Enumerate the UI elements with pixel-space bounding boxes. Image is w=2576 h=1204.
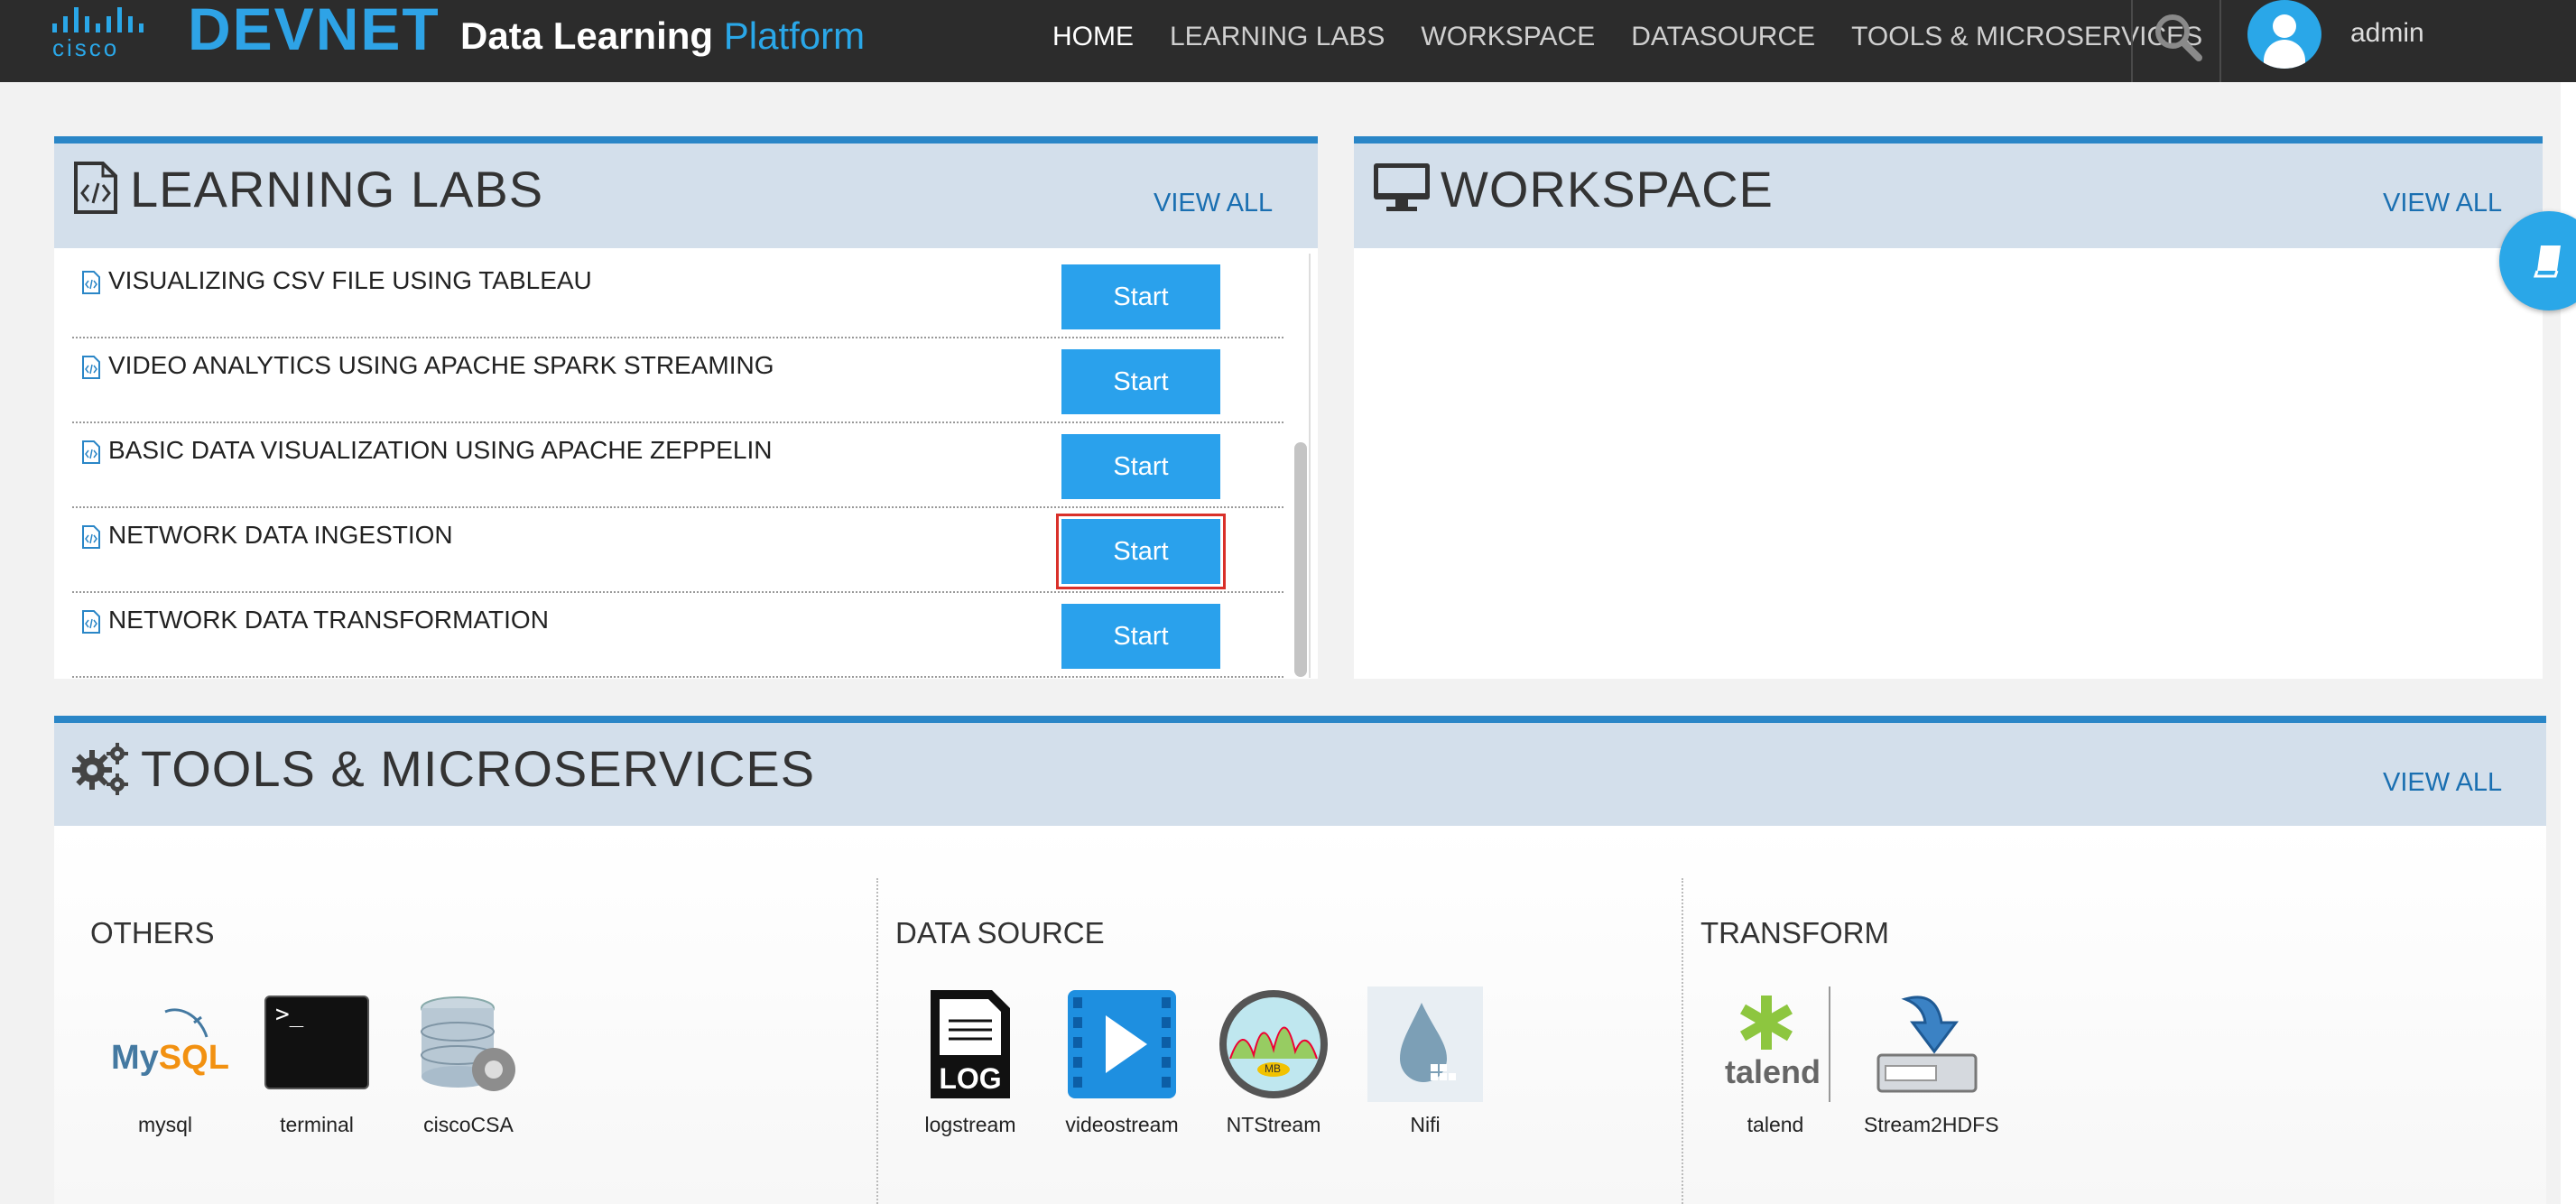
tool-name: Stream2HDFS — [1864, 1113, 1999, 1136]
database-gear-icon — [411, 986, 526, 1102]
section-title-others: OTHERS — [90, 916, 215, 949]
tools-panel: TOOLS & MICROSERVICES VIEW ALL OTHERS My… — [54, 716, 2546, 1204]
log-file-icon: LOG — [913, 986, 1028, 1102]
lab-title[interactable]: NETWORK DATA TRANSFORMATION — [108, 606, 549, 634]
nav-datasource[interactable]: DATASOURCE — [1631, 22, 1815, 52]
tool-ciscocsa[interactable]: ciscoCSA — [405, 986, 532, 1137]
top-navbar: cisco DEVNET Data Learning Platform HOME… — [0, 0, 2576, 82]
tool-mysql[interactable]: MySQL mysql — [102, 986, 229, 1137]
tools-header: TOOLS & MICROSERVICES VIEW ALL — [54, 716, 2546, 826]
code-file-icon — [82, 525, 100, 549]
section-divider — [876, 878, 878, 1204]
terminal-icon: >_ — [259, 986, 375, 1102]
start-lab-button[interactable]: Start — [1061, 434, 1220, 499]
nifi-drop-icon — [1367, 986, 1483, 1102]
nav-divider — [2131, 0, 2133, 82]
user-icon-head — [2273, 14, 2296, 38]
platform-title-bold: Data Learning — [460, 14, 714, 57]
tool-logstream[interactable]: LOG logstream — [907, 986, 1033, 1137]
tool-ntstream[interactable]: MB NTStream — [1210, 986, 1337, 1137]
tool-videostream[interactable]: videostream — [1059, 986, 1185, 1137]
talend-wordmark: talend — [1725, 1053, 1821, 1090]
ntstream-badge: MB — [1265, 1062, 1281, 1075]
scroll-track — [1309, 254, 1311, 678]
learning-labs-panel: LEARNING LABS VIEW ALL VISUALIZING CSV F… — [54, 136, 1318, 679]
platform-title: Data Learning Platform — [460, 14, 865, 58]
devnet-logo[interactable]: DEVNET — [188, 0, 440, 63]
start-lab-button[interactable]: Start — [1061, 264, 1220, 329]
tool-name: logstream — [924, 1113, 1016, 1136]
main-nav: HOME LEARNING LABS WORKSPACE DATASOURCE … — [1052, 22, 2202, 52]
tool-stream2hdfs[interactable]: Stream2HDFS — [1864, 986, 1999, 1137]
lab-row: BASIC DATA VISUALIZATION USING APACHE ZE… — [72, 423, 1283, 508]
tools-title: TOOLS & MICROSERVICES — [141, 740, 816, 797]
lab-row: VIDEO ANALYTICS USING APACHE SPARK STREA… — [72, 338, 1283, 423]
video-play-icon — [1064, 986, 1180, 1102]
cisco-bars-icon — [52, 5, 159, 32]
talend-logo-icon: talend — [1718, 986, 1833, 1102]
user-icon-body — [2264, 40, 2305, 69]
section-title-data-source: DATA SOURCE — [895, 916, 1105, 949]
gears-icon — [72, 743, 128, 795]
workspace-panel: WORKSPACE VIEW ALL — [1354, 136, 2543, 679]
mysql-logo-my: My — [111, 1039, 159, 1077]
code-file-icon — [82, 440, 100, 464]
learning-labs-title: LEARNING LABS — [130, 161, 544, 218]
tool-name: Nifi — [1410, 1113, 1441, 1136]
nav-divider — [2219, 0, 2221, 82]
tool-name: ciscoCSA — [423, 1113, 514, 1136]
lab-title[interactable]: VISUALIZING CSV FILE USING TABLEAU — [108, 266, 592, 295]
learning-labs-view-all-link[interactable]: VIEW ALL — [1154, 189, 1273, 218]
tool-nifi[interactable]: Nifi — [1362, 986, 1488, 1137]
labs-scrollbar[interactable] — [1294, 442, 1307, 677]
nav-workspace[interactable]: WORKSPACE — [1421, 22, 1595, 52]
section-divider — [1682, 878, 1683, 1204]
mysql-logo-sql: SQL — [158, 1039, 229, 1077]
tool-talend[interactable]: talend talend — [1712, 986, 1839, 1137]
section-title-transform: TRANSFORM — [1700, 916, 1889, 949]
lab-title[interactable]: VIDEO ANALYTICS USING APACHE SPARK STREA… — [108, 351, 774, 380]
lab-row: VISUALIZING CSV FILE USING TABLEAU Start — [72, 254, 1283, 338]
tool-terminal[interactable]: >_ terminal — [254, 986, 380, 1137]
start-lab-button-network-data-ingestion[interactable]: Start — [1056, 514, 1226, 589]
terminal-prompt: >_ — [275, 1001, 304, 1028]
code-file-icon — [74, 162, 117, 214]
workspace-title: WORKSPACE — [1441, 161, 1774, 218]
tool-name: talend — [1747, 1113, 1804, 1136]
search-icon[interactable] — [2150, 9, 2204, 63]
tool-name: mysql — [137, 1113, 193, 1136]
code-file-icon — [82, 610, 100, 634]
lab-title[interactable]: BASIC DATA VISUALIZATION USING APACHE ZE… — [108, 436, 772, 465]
workspace-header: WORKSPACE VIEW ALL — [1354, 136, 2543, 248]
nav-home[interactable]: HOME — [1052, 22, 1134, 52]
tool-name: videostream — [1065, 1113, 1179, 1136]
start-lab-button[interactable]: Start — [1061, 349, 1220, 414]
learning-labs-header: LEARNING LABS VIEW ALL — [54, 136, 1318, 248]
code-file-icon — [82, 356, 100, 379]
nav-learning-labs[interactable]: LEARNING LABS — [1170, 22, 1385, 52]
code-file-icon — [82, 271, 100, 294]
workspace-view-all-link[interactable]: VIEW ALL — [2383, 189, 2502, 218]
network-gauge-icon: MB — [1216, 986, 1331, 1102]
cisco-logo[interactable]: cisco — [52, 5, 159, 61]
cisco-wordmark: cisco — [52, 34, 120, 61]
avatar[interactable] — [2247, 0, 2321, 69]
tool-name: NTStream — [1226, 1113, 1321, 1136]
lab-title[interactable]: NETWORK DATA INGESTION — [108, 521, 453, 550]
user-name[interactable]: admin — [2350, 18, 2424, 49]
book-icon — [2534, 245, 2561, 278]
monitor-icon — [1374, 163, 1430, 211]
mysql-icon: MySQL — [107, 986, 229, 1102]
tools-view-all-link[interactable]: VIEW ALL — [2383, 768, 2502, 798]
lab-row: NETWORK DATA INGESTION Start — [72, 508, 1283, 593]
log-label: LOG — [939, 1062, 1002, 1095]
lab-row: NETWORK DATA TRANSFORMATION Start — [72, 593, 1283, 678]
download-drive-icon — [1869, 986, 1985, 1102]
platform-title-light: Platform — [723, 14, 866, 57]
tool-name: terminal — [280, 1113, 354, 1136]
start-lab-button[interactable]: Start — [1061, 604, 1220, 669]
